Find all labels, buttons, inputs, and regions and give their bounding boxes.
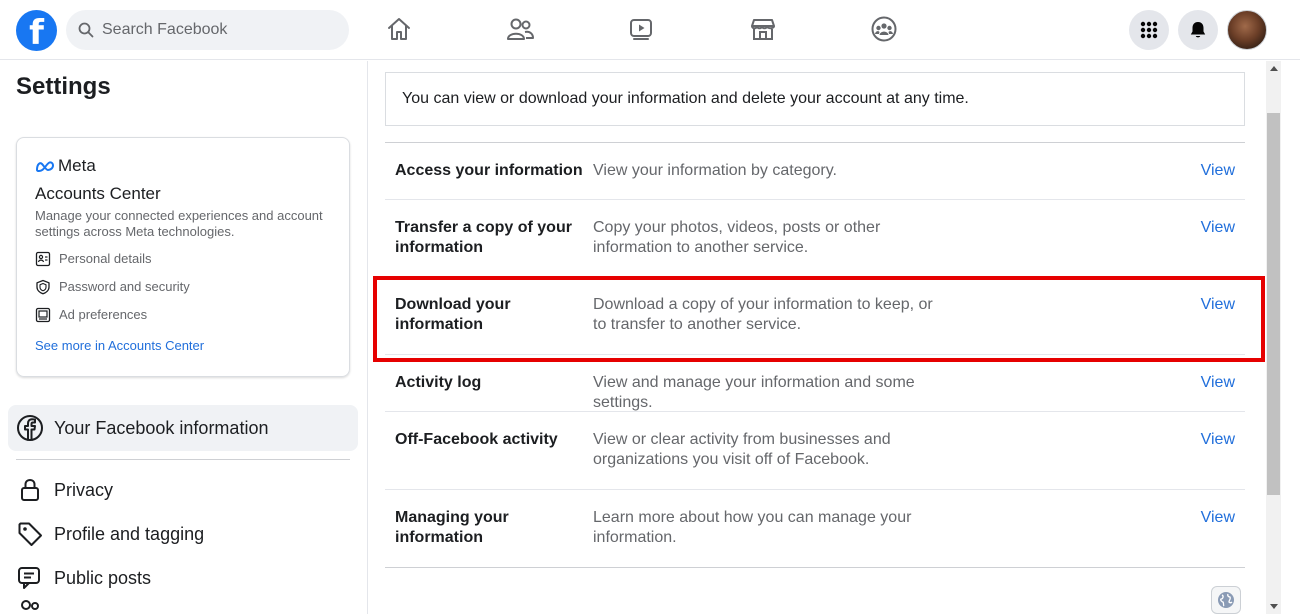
list-item-managing-your-information[interactable]: Managing your information Learn more abo… — [385, 490, 1245, 568]
facebook-logo[interactable]: f — [16, 10, 57, 51]
row-title: Transfer a copy of your information — [395, 219, 572, 256]
row-description: Learn more about how you can manage your… — [593, 509, 912, 546]
meta-label: Meta — [58, 156, 96, 175]
view-button[interactable]: View — [1201, 430, 1235, 450]
sidebar-item-partial[interactable] — [8, 600, 358, 614]
chat-bubble-icon — [18, 567, 40, 589]
accounts-center-item-personal-details[interactable]: Personal details — [35, 249, 331, 268]
information-options-list: Access your information View your inform… — [385, 142, 1245, 568]
sidebar-item-label: Your Facebook information — [54, 417, 269, 438]
sidebar-item-label: Profile and tagging — [54, 523, 205, 544]
row-title: Activity log — [395, 374, 482, 391]
accounts-center-item-label: Password and security — [59, 279, 190, 294]
facebook-circle-icon — [17, 415, 43, 441]
profile-avatar[interactable] — [1227, 10, 1267, 50]
accounts-center-card[interactable]: Meta Accounts Center Manage your connect… — [16, 137, 350, 377]
top-navigation-bar: f — [0, 0, 1300, 60]
page-title: Settings — [16, 73, 111, 100]
scroll-down-arrow-icon[interactable] — [1266, 600, 1281, 614]
row-description: View or clear activity from businesses a… — [593, 431, 891, 468]
accounts-center-item-ad-preferences[interactable]: Ad preferences — [35, 305, 331, 324]
sidebar-divider — [16, 459, 350, 460]
row-title: Download your information — [395, 296, 511, 333]
shield-icon — [36, 279, 50, 294]
sidebar-item-your-facebook-information[interactable]: Your Facebook information — [8, 405, 358, 451]
view-button[interactable]: View — [1201, 218, 1235, 238]
list-item-transfer-a-copy[interactable]: Transfer a copy of your information Copy… — [385, 200, 1245, 277]
search-input[interactable] — [102, 21, 322, 39]
row-title: Access your information — [395, 162, 583, 179]
intro-text: You can view or download your informatio… — [402, 90, 969, 107]
row-title: Managing your information — [395, 509, 509, 546]
groups-icon[interactable] — [869, 14, 899, 44]
accounts-center-description: Manage your connected experiences and ac… — [35, 208, 323, 239]
row-description: Download a copy of your information to k… — [593, 296, 933, 333]
row-title: Off-Facebook activity — [395, 431, 558, 448]
meta-logo-icon — [36, 161, 54, 172]
notifications-bell-icon[interactable] — [1178, 10, 1218, 50]
sidebar-item-label: Public posts — [54, 567, 152, 588]
menu-grid-icon[interactable] — [1129, 10, 1169, 50]
sidebar-item-public-posts[interactable]: Public posts — [8, 556, 358, 600]
sidebar-item-profile-and-tagging[interactable]: Profile and tagging — [8, 512, 358, 556]
intro-message: You can view or download your informatio… — [385, 72, 1245, 126]
search-box[interactable] — [66, 10, 349, 50]
view-button[interactable]: View — [1201, 508, 1235, 528]
your-facebook-information-panel: You can view or download your informatio… — [369, 61, 1266, 614]
id-card-icon — [35, 251, 51, 266]
list-item-access-your-information[interactable]: Access your information View your inform… — [385, 143, 1245, 200]
sidebar-item-privacy[interactable]: Privacy — [8, 468, 358, 512]
see-more-accounts-center-link[interactable]: See more in Accounts Center — [35, 338, 331, 353]
lock-icon — [21, 478, 39, 501]
watch-icon[interactable] — [626, 14, 656, 44]
accounts-center-item-label: Ad preferences — [59, 307, 148, 322]
row-description: View and manage your information and som… — [593, 374, 915, 411]
accounts-center-item-label: Personal details — [59, 251, 152, 266]
list-item-download-your-information[interactable]: Download your information Download a cop… — [385, 277, 1245, 355]
monitor-icon — [35, 307, 51, 322]
accounts-center-item-password-security[interactable]: Password and security — [35, 277, 331, 296]
accounts-center-title: Accounts Center — [35, 184, 161, 203]
view-button[interactable]: View — [1201, 161, 1235, 181]
row-description: View your information by category. — [593, 162, 837, 179]
view-button[interactable]: View — [1201, 373, 1235, 393]
row-description: Copy your photos, videos, posts or other… — [593, 219, 881, 256]
settings-sidebar: Settings Meta Accounts Center Manage you… — [0, 61, 368, 614]
list-item-activity-log[interactable]: Activity log View and manage your inform… — [385, 355, 1245, 412]
meta-brand: Meta — [35, 156, 331, 176]
tag-icon — [18, 522, 42, 546]
friends-icon[interactable] — [505, 14, 535, 44]
home-icon[interactable] — [384, 14, 414, 44]
scrollbar-thumb[interactable] — [1267, 113, 1280, 495]
people-icon — [21, 600, 39, 610]
view-button[interactable]: View — [1201, 295, 1235, 315]
search-icon — [78, 22, 94, 38]
sidebar-item-label: Privacy — [54, 479, 114, 500]
list-item-off-facebook-activity[interactable]: Off-Facebook activity View or clear acti… — [385, 412, 1245, 490]
page-scrollbar[interactable] — [1266, 61, 1281, 614]
globe-icon[interactable] — [1211, 586, 1241, 614]
marketplace-icon[interactable] — [748, 14, 778, 44]
scroll-up-arrow-icon[interactable] — [1266, 61, 1281, 75]
